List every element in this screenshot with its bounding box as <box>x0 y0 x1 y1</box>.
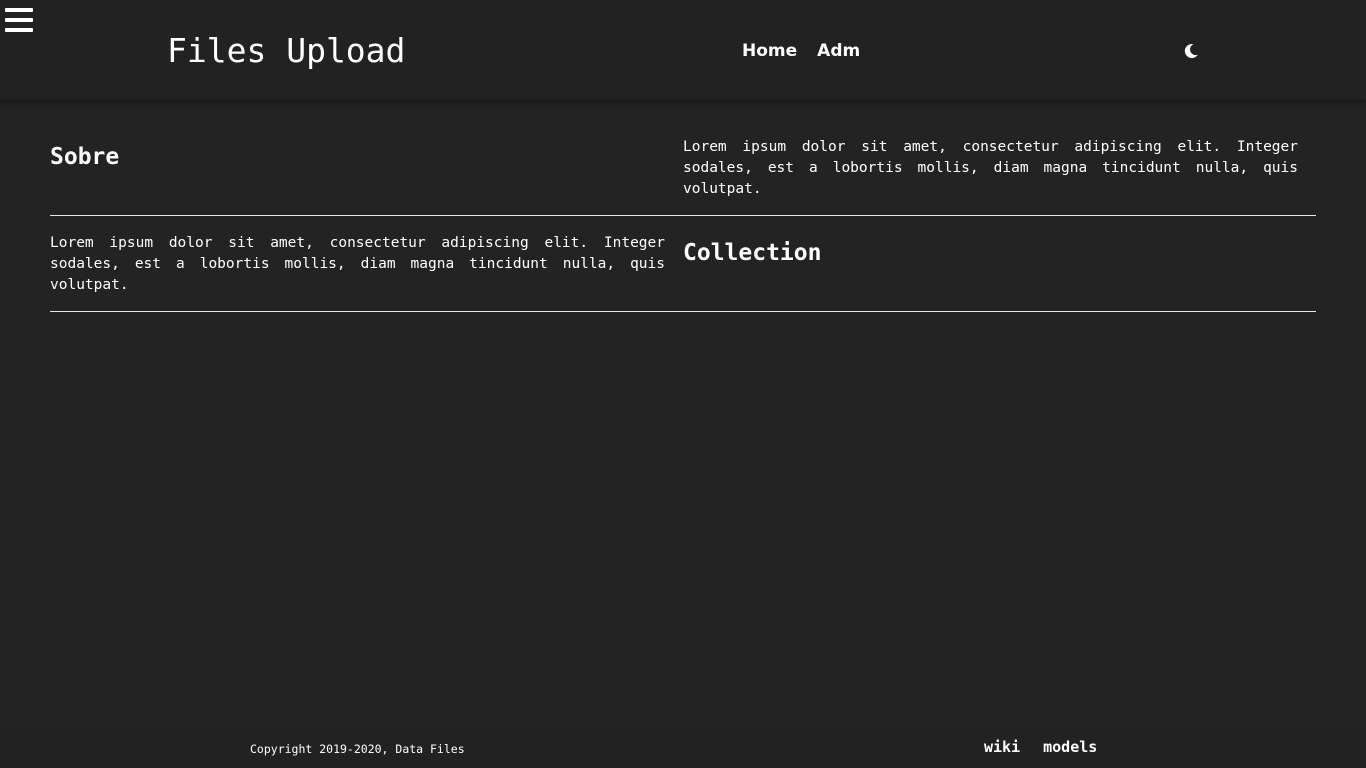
menu-bar <box>5 28 33 32</box>
copyright-text: Copyright 2019-2020, Data Files <box>250 742 465 756</box>
section-paragraph: Lorem ipsum dolor sit amet, consectetur … <box>50 235 665 293</box>
hamburger-menu-icon[interactable] <box>5 8 33 34</box>
section-heading-column: Collection <box>683 216 1316 311</box>
footer-links: wiki models <box>984 737 1097 757</box>
menu-bar <box>5 8 33 12</box>
section-heading-column: Sobre <box>50 120 683 215</box>
main-content: Sobre Lorem ipsum dolor sit amet, consec… <box>50 120 1316 312</box>
section-sobre: Sobre Lorem ipsum dolor sit amet, consec… <box>50 120 1316 216</box>
footer-link-wiki[interactable]: wiki <box>984 737 1020 757</box>
nav-link-home[interactable]: Home <box>742 40 797 62</box>
menu-bar <box>5 18 33 22</box>
footer-link-models[interactable]: models <box>1043 737 1097 757</box>
main-nav: Home Adm <box>742 40 860 62</box>
section-heading: Collection <box>683 240 822 266</box>
section-heading: Sobre <box>50 144 120 170</box>
site-footer: Copyright 2019-2020, Data Files wiki mod… <box>0 726 1366 768</box>
section-paragraph: Lorem ipsum dolor sit amet, consectetur … <box>683 139 1298 197</box>
section-collection: Lorem ipsum dolor sit amet, consectetur … <box>50 216 1316 312</box>
site-header: Files Upload Home Adm <box>0 0 1366 100</box>
section-text-column: Lorem ipsum dolor sit amet, consectetur … <box>50 216 683 311</box>
nav-link-adm[interactable]: Adm <box>817 40 860 62</box>
moon-icon[interactable] <box>1181 41 1201 61</box>
section-text-column: Lorem ipsum dolor sit amet, consectetur … <box>683 120 1316 215</box>
site-title: Files Upload <box>167 31 406 70</box>
